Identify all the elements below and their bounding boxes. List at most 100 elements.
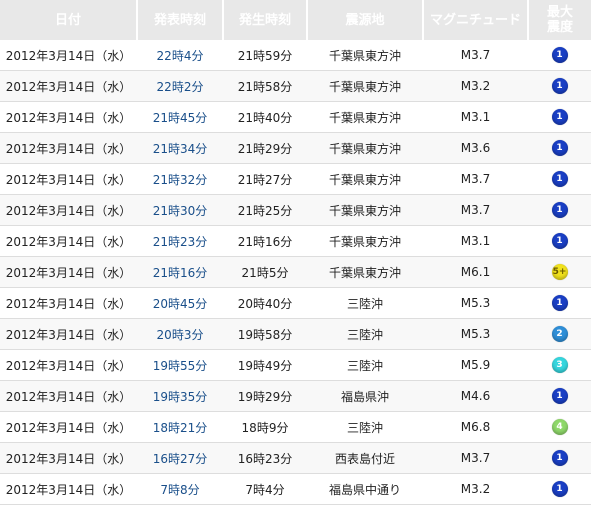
- cell-max-intensity: 1: [528, 380, 591, 412]
- cell-magnitude: M5.9: [423, 349, 528, 381]
- cell-occurred-time: 7時4分: [223, 473, 307, 505]
- table-row: 2012年3月14日（水） 21時34分 21時29分 千葉県東方沖 M3.6 1: [0, 132, 591, 164]
- cell-magnitude: M3.6: [423, 132, 528, 164]
- cell-occurred-time: 21時16分: [223, 225, 307, 257]
- table-row: 2012年3月14日（水） 19時35分 19時29分 福島県沖 M4.6 1: [0, 380, 591, 412]
- cell-epicenter: 福島県沖: [307, 380, 423, 412]
- cell-occurred-time: 19時49分: [223, 349, 307, 381]
- cell-max-intensity: 2: [528, 318, 591, 350]
- cell-date: 2012年3月14日（水）: [0, 70, 137, 102]
- intensity-badge: 1: [551, 78, 568, 94]
- published-time-link[interactable]: 7時8分: [160, 483, 199, 497]
- published-time-link[interactable]: 20時45分: [153, 297, 208, 311]
- cell-occurred-time: 21時27分: [223, 163, 307, 195]
- cell-magnitude: M3.1: [423, 225, 528, 257]
- published-time-link[interactable]: 16時27分: [153, 452, 208, 466]
- cell-epicenter: 千葉県東方沖: [307, 163, 423, 195]
- table-row: 2012年3月14日（水） 22時2分 21時58分 千葉県東方沖 M3.2 1: [0, 70, 591, 102]
- cell-date: 2012年3月14日（水）: [0, 287, 137, 319]
- intensity-badge: 1: [551, 171, 568, 187]
- cell-published-time: 21時45分: [137, 101, 223, 133]
- cell-epicenter: 千葉県東方沖: [307, 194, 423, 226]
- cell-max-intensity: 4: [528, 411, 591, 443]
- intensity-badge: 4: [551, 419, 568, 435]
- earthquake-table: 日付 発表時刻 発生時刻 震源地 マグニチュード 最大 震度 2012年3月14日…: [0, 0, 591, 505]
- cell-max-intensity: 1: [528, 225, 591, 257]
- cell-published-time: 20時3分: [137, 318, 223, 350]
- cell-published-time: 19時55分: [137, 349, 223, 381]
- table-row: 2012年3月14日（水） 22時4分 21時59分 千葉県東方沖 M3.7 1: [0, 40, 591, 71]
- cell-max-intensity: 1: [528, 287, 591, 319]
- cell-epicenter: 千葉県東方沖: [307, 40, 423, 71]
- table-row: 2012年3月14日（水） 7時8分 7時4分 福島県中通り M3.2 1: [0, 473, 591, 505]
- cell-epicenter: 三陸沖: [307, 318, 423, 350]
- cell-magnitude: M3.2: [423, 70, 528, 102]
- intensity-badge: 1: [551, 140, 568, 156]
- header-published-time: 発表時刻: [137, 0, 224, 40]
- published-time-link[interactable]: 21時16分: [153, 266, 208, 280]
- cell-magnitude: M3.7: [423, 194, 528, 226]
- published-time-link[interactable]: 21時32分: [153, 173, 208, 187]
- cell-epicenter: 千葉県東方沖: [307, 101, 423, 133]
- cell-date: 2012年3月14日（水）: [0, 40, 137, 71]
- published-time-link[interactable]: 22時2分: [157, 80, 204, 94]
- cell-epicenter: 三陸沖: [307, 411, 423, 443]
- cell-date: 2012年3月14日（水）: [0, 318, 137, 350]
- header-max-intensity: 最大 震度: [528, 0, 591, 40]
- cell-magnitude: M3.1: [423, 101, 528, 133]
- published-time-link[interactable]: 21時23分: [153, 235, 208, 249]
- table-row: 2012年3月14日（水） 21時23分 21時16分 千葉県東方沖 M3.1 1: [0, 225, 591, 257]
- table-row: 2012年3月14日（水） 20時45分 20時40分 三陸沖 M5.3 1: [0, 287, 591, 319]
- cell-published-time: 18時21分: [137, 411, 223, 443]
- cell-epicenter: 千葉県東方沖: [307, 132, 423, 164]
- cell-epicenter: 西表島付近: [307, 442, 423, 474]
- cell-published-time: 21時23分: [137, 225, 223, 257]
- header-occurred-time: 発生時刻: [223, 0, 308, 40]
- cell-date: 2012年3月14日（水）: [0, 132, 137, 164]
- cell-published-time: 21時30分: [137, 194, 223, 226]
- published-time-link[interactable]: 21時34分: [153, 142, 208, 156]
- intensity-badge: 2: [551, 326, 568, 342]
- published-time-link[interactable]: 19時35分: [153, 390, 208, 404]
- cell-magnitude: M3.7: [423, 442, 528, 474]
- published-time-link[interactable]: 20時3分: [157, 328, 204, 342]
- cell-magnitude: M3.7: [423, 40, 528, 71]
- cell-max-intensity: 1: [528, 132, 591, 164]
- table-row: 2012年3月14日（水） 21時30分 21時25分 千葉県東方沖 M3.7 1: [0, 194, 591, 226]
- cell-date: 2012年3月14日（水）: [0, 225, 137, 257]
- cell-published-time: 19時35分: [137, 380, 223, 412]
- cell-magnitude: M4.6: [423, 380, 528, 412]
- cell-magnitude: M6.8: [423, 411, 528, 443]
- cell-occurred-time: 18時9分: [223, 411, 307, 443]
- cell-max-intensity: 3: [528, 349, 591, 381]
- cell-published-time: 21時16分: [137, 256, 223, 288]
- cell-published-time: 21時32分: [137, 163, 223, 195]
- cell-occurred-time: 19時29分: [223, 380, 307, 412]
- table-body: 2012年3月14日（水） 22時4分 21時59分 千葉県東方沖 M3.7 1 2012年…: [0, 40, 591, 505]
- cell-max-intensity: 1: [528, 442, 591, 474]
- cell-max-intensity: 1: [528, 101, 591, 133]
- cell-date: 2012年3月14日（水）: [0, 256, 137, 288]
- cell-occurred-time: 21時5分: [223, 256, 307, 288]
- intensity-badge: 1: [551, 295, 568, 311]
- table-row: 2012年3月14日（水） 16時27分 16時23分 西表島付近 M3.7 1: [0, 442, 591, 474]
- intensity-badge: 5+: [551, 264, 568, 280]
- intensity-badge: 1: [551, 481, 568, 497]
- published-time-link[interactable]: 21時45分: [153, 111, 208, 125]
- published-time-link[interactable]: 21時30分: [153, 204, 208, 218]
- published-time-link[interactable]: 19時55分: [153, 359, 208, 373]
- cell-occurred-time: 19時58分: [223, 318, 307, 350]
- cell-epicenter: 千葉県東方沖: [307, 225, 423, 257]
- intensity-badge: 1: [551, 109, 568, 125]
- published-time-link[interactable]: 22時4分: [157, 49, 204, 63]
- header-date: 日付: [0, 0, 138, 40]
- cell-max-intensity: 1: [528, 70, 591, 102]
- published-time-link[interactable]: 18時21分: [153, 421, 208, 435]
- cell-max-intensity: 1: [528, 194, 591, 226]
- cell-epicenter: 福島県中通り: [307, 473, 423, 505]
- header-magnitude: マグニチュード: [423, 0, 529, 40]
- intensity-badge: 1: [551, 47, 568, 63]
- table-row: 2012年3月14日（水） 20時3分 19時58分 三陸沖 M5.3 2: [0, 318, 591, 350]
- cell-published-time: 7時8分: [137, 473, 223, 505]
- cell-magnitude: M3.2: [423, 473, 528, 505]
